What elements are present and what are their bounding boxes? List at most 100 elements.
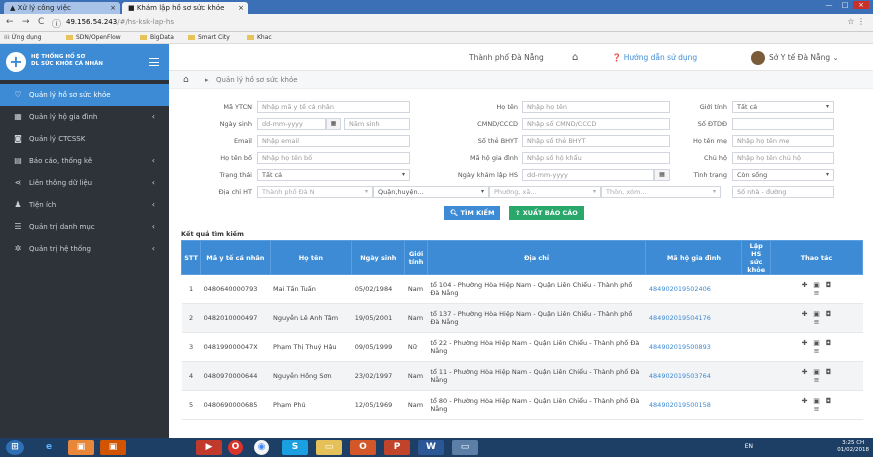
forward-icon[interactable]: → (22, 17, 30, 27)
card-icon[interactable]: ▣ (811, 368, 823, 376)
so-dtdd-input[interactable] (732, 118, 834, 130)
card-icon[interactable]: ▣ (811, 339, 823, 347)
chrome-icon[interactable]: ◉ (254, 440, 269, 455)
ma-ytcn-input[interactable] (257, 101, 410, 113)
sidebar-item-households[interactable]: ▦ Quản lý hộ gia đình ‹ (0, 106, 169, 128)
ngay-kham-input[interactable] (522, 169, 654, 181)
cmnd-input[interactable] (522, 118, 670, 130)
village-select[interactable]: Thôn, xóm... ▾ (601, 186, 721, 198)
add-icon[interactable]: ✚ (799, 281, 811, 289)
cell-hgd-link[interactable]: 484902019504176 (645, 303, 742, 333)
maximize-icon[interactable]: □ (837, 1, 853, 9)
gioi-tinh-select[interactable]: Tất cả ▾ (732, 101, 834, 113)
table-row[interactable]: 5 0480690000685 Phạm Phú 12/05/1969 Nam … (181, 390, 863, 420)
clock[interactable]: 3:25 CH 01/02/2018 (837, 440, 869, 454)
ho-ten-bo-input[interactable] (257, 152, 410, 164)
calendar-icon[interactable]: ▦ (654, 169, 670, 181)
back-icon[interactable]: ← (6, 17, 14, 27)
close-icon[interactable]: × (110, 2, 116, 14)
add-icon[interactable]: ✚ (799, 368, 811, 376)
powerpoint-icon[interactable]: P (384, 440, 410, 455)
table-row[interactable]: 3 048199000047X Phạm Thị Thuý Hậu 09/05/… (181, 332, 863, 362)
bookmark-bigdata[interactable]: BigData (140, 32, 174, 44)
district-select[interactable]: Quận,huyện... ▾ (373, 186, 489, 198)
cell-hgd-link[interactable]: 484902019503764 (645, 361, 742, 391)
ho-ten-me-input[interactable] (732, 135, 834, 147)
col-dia-chi[interactable]: Địa chỉ (426, 240, 647, 275)
media-icon[interactable]: ▶ (196, 440, 222, 455)
nam-sinh-input[interactable] (344, 118, 410, 130)
ngay-sinh-input[interactable] (257, 118, 326, 130)
opera-icon[interactable]: O (228, 440, 243, 455)
col-ngay-sinh[interactable]: Ngày sinh (351, 240, 406, 275)
camera-icon[interactable]: ◘ (823, 281, 835, 289)
sidebar-item-health-records[interactable]: ♡ Quản lý hồ sơ sức khỏe (0, 84, 169, 106)
info-icon[interactable]: ⓘ (52, 17, 61, 30)
close-icon[interactable]: × (238, 2, 244, 14)
card-icon[interactable]: ▣ (811, 310, 823, 318)
sidebar-item-utilities[interactable]: ♟ Tiện ích ‹ (0, 194, 169, 216)
ward-select[interactable]: Phường, xã... ▾ (489, 186, 601, 198)
table-row[interactable]: 4 0480970000644 Nguyễn Hồng Sơn 23/02/19… (181, 361, 863, 391)
list-icon[interactable]: ≡ (811, 289, 823, 297)
url-input[interactable]: 49.156.54.243/#/hs-ksk-lap-hs (66, 16, 766, 29)
browser-tab-health[interactable]: ■ Khám lập hồ sơ sức khỏe × (122, 2, 248, 14)
explorer-icon[interactable]: ▣ (68, 440, 94, 455)
reload-icon[interactable]: C (38, 17, 44, 27)
home-icon[interactable]: ⌂ (572, 44, 578, 71)
col-ho-ten[interactable]: Họ tên (269, 240, 353, 275)
add-icon[interactable]: ✚ (799, 339, 811, 347)
sidebar-item-ctcssk[interactable]: ◙ Quản lý CTCSSK (0, 128, 169, 150)
house-input[interactable] (732, 186, 834, 198)
bookmark-apps[interactable]: ⁞⁞⁞ Ứng dụng (4, 32, 42, 44)
add-icon[interactable]: ✚ (799, 397, 811, 405)
help-link[interactable]: ❓ Hướng dẫn sử dụng (612, 44, 697, 71)
bookmark-smartcity[interactable]: Smart City (188, 32, 230, 44)
bookmark-sdn[interactable]: SDN/OpenFlow (66, 32, 121, 44)
col-gioi-tinh[interactable]: Giới tính (404, 240, 428, 275)
cell-hgd-link[interactable]: 484902019500893 (645, 332, 742, 362)
word-icon[interactable]: W (418, 440, 444, 455)
sidebar-item-system[interactable]: ✲ Quản trị hệ thống ‹ (0, 238, 169, 260)
window-icon[interactable]: ▭ (452, 440, 478, 455)
camera-icon[interactable]: ◘ (823, 339, 835, 347)
sidebar-item-reports[interactable]: ▤ Báo cáo, thống kê ‹ (0, 150, 169, 172)
sidebar-item-catalog[interactable]: ☰ Quản trị danh mục ‹ (0, 216, 169, 238)
folder-icon[interactable]: ▭ (316, 440, 342, 455)
col-ma-ytcn[interactable]: Mã y tế cá nhân (200, 240, 271, 275)
list-icon[interactable]: ≡ (811, 347, 823, 355)
card-icon[interactable]: ▣ (811, 397, 823, 405)
browser-tab-work[interactable]: ▲ Xử lý công việc × (4, 2, 120, 14)
camera-icon[interactable]: ◘ (823, 368, 835, 376)
card-icon[interactable]: ▣ (811, 281, 823, 289)
calendar-icon[interactable]: ▦ (326, 118, 341, 130)
camera-icon[interactable]: ◘ (823, 397, 835, 405)
search-button[interactable]: 🔍︎ TÌM KIẾM (444, 206, 501, 220)
list-icon[interactable]: ≡ (811, 376, 823, 384)
menu-toggle-icon[interactable] (149, 58, 159, 66)
camera-icon[interactable]: ◘ (823, 310, 835, 318)
app-icon[interactable]: ▣ (100, 440, 126, 455)
table-row[interactable]: 2 0482010000497 Nguyễn Lê Anh Tâm 19/05/… (181, 303, 863, 333)
cell-hgd-link[interactable]: 484902019502406 (645, 274, 742, 304)
col-stt[interactable]: STT (180, 240, 202, 275)
star-icon[interactable]: ☆ ⋮ (847, 17, 865, 26)
skype-icon[interactable]: S (282, 440, 308, 455)
col-lap-hs[interactable]: Lập HS sức khỏe (741, 240, 772, 275)
list-icon[interactable]: ≡ (811, 405, 823, 413)
start-icon[interactable]: ⊞ (6, 440, 24, 455)
table-row[interactable]: 1 0480640000793 Mai Tấn Tuấn 05/02/1984 … (181, 274, 863, 304)
bhyt-input[interactable] (522, 135, 670, 147)
close-window-icon[interactable]: × (853, 1, 869, 9)
outlook-icon[interactable]: O (350, 440, 376, 455)
sidebar-item-data-link[interactable]: ⋖ Liên thông dữ liệu ‹ (0, 172, 169, 194)
home-icon[interactable]: ⌂ (183, 71, 189, 89)
email-input[interactable] (257, 135, 410, 147)
ho-ten-input[interactable] (522, 101, 670, 113)
minimize-icon[interactable]: — (821, 1, 837, 9)
export-report-button[interactable]: ⇪ XUẤT BÁO CÁO (509, 206, 584, 220)
user-menu[interactable]: Sở Y tế Đà Nẵng ⌄ (751, 44, 839, 71)
chu-ho-input[interactable] (732, 152, 834, 164)
add-icon[interactable]: ✚ (799, 310, 811, 318)
language-indicator[interactable]: EN (745, 443, 753, 450)
